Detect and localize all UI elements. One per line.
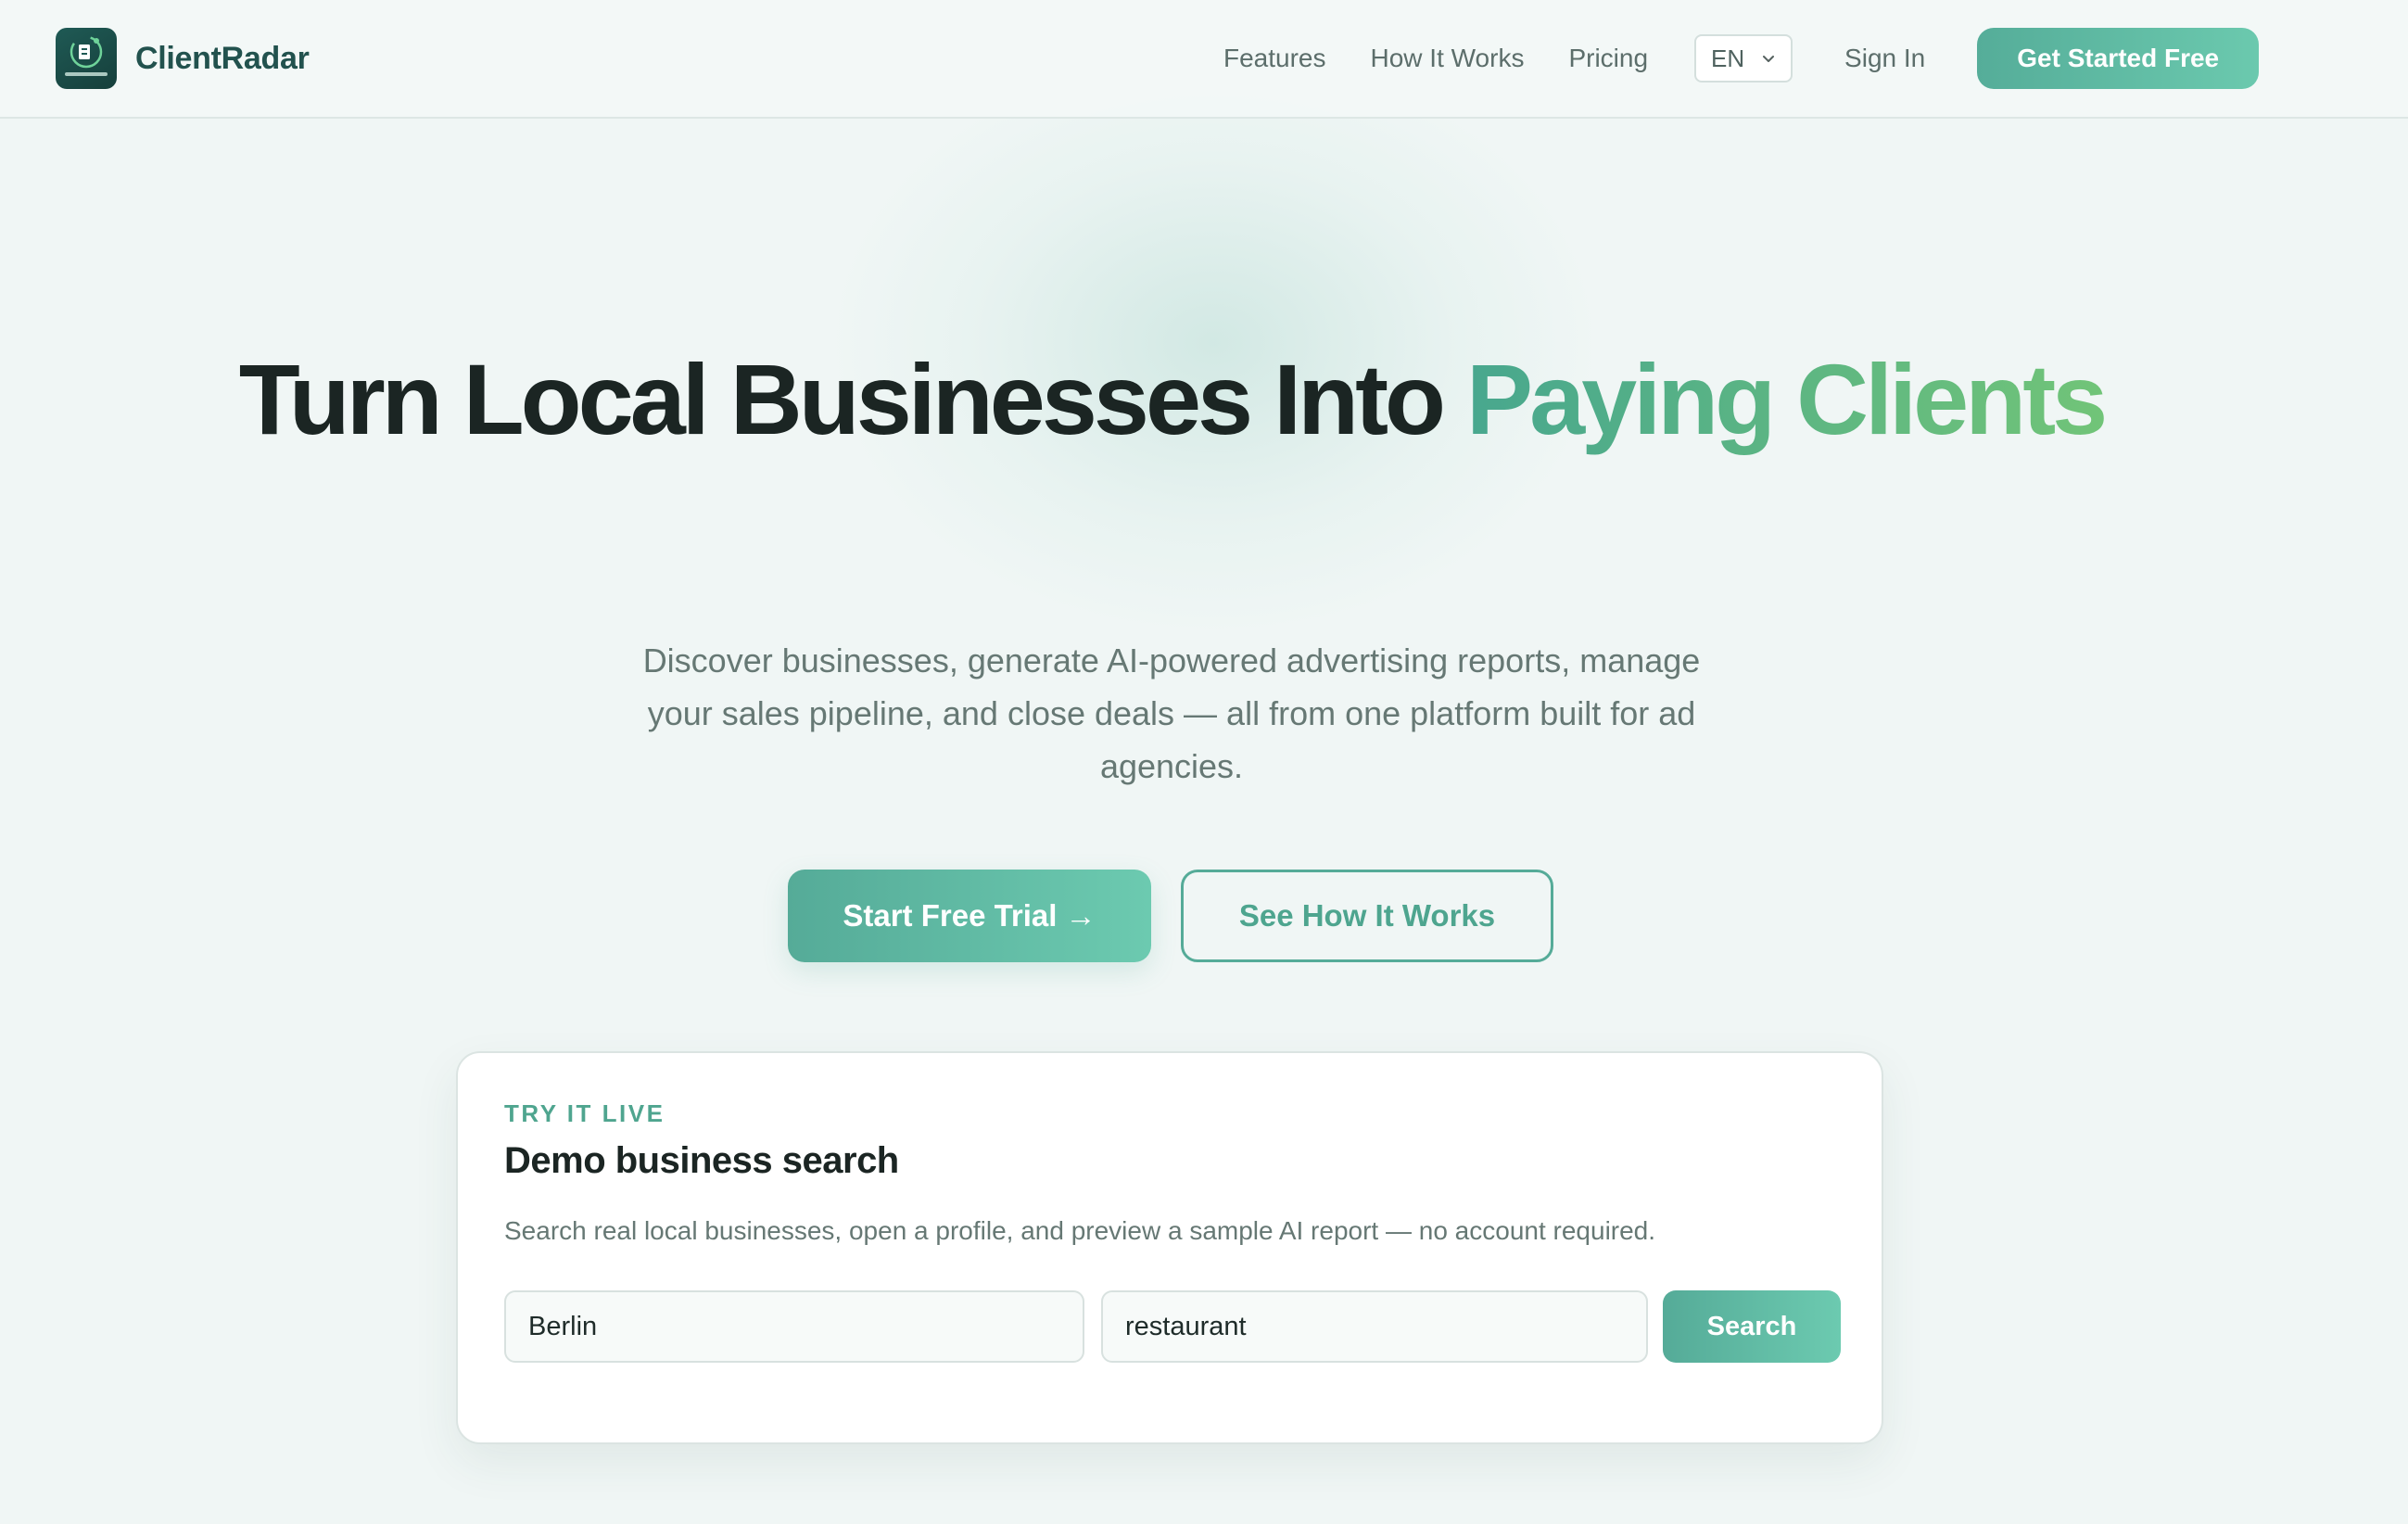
hero-title: Turn Local Businesses Into Paying Client… xyxy=(0,345,2343,454)
site-header: ClientRadar Features How It Works Pricin… xyxy=(0,0,2408,119)
main-nav: Features How It Works Pricing EN Sign In… xyxy=(1223,26,2260,91)
nav-pricing[interactable]: Pricing xyxy=(1568,44,1648,73)
brand-logo-link[interactable]: ClientRadar xyxy=(56,28,310,89)
see-how-it-works-button[interactable]: See How It Works xyxy=(1181,870,1553,962)
language-value: EN xyxy=(1711,44,1745,72)
demo-eyebrow: TRY IT LIVE xyxy=(504,1099,665,1127)
sign-in-link[interactable]: Sign In xyxy=(1844,44,1925,73)
get-started-button[interactable]: Get Started Free xyxy=(1977,28,2260,89)
hero-title-main: Turn Local Businesses Into xyxy=(238,343,1467,455)
hero-cta-row: Start Free Trial → See How It Works xyxy=(788,870,1553,962)
nav-how-it-works[interactable]: How It Works xyxy=(1371,44,1525,73)
hero-title-accent: Paying Clients xyxy=(1466,343,2108,455)
chevron-down-icon xyxy=(1763,56,1775,62)
language-select[interactable]: EN xyxy=(1694,34,1793,83)
search-button[interactable]: Search xyxy=(1663,1290,1841,1363)
city-input[interactable] xyxy=(504,1290,1084,1363)
nav-features[interactable]: Features xyxy=(1223,44,1326,73)
radar-logo-icon xyxy=(56,28,117,89)
start-free-trial-button[interactable]: Start Free Trial → xyxy=(788,870,1151,962)
demo-search-card: TRY IT LIVE Demo business search Search … xyxy=(456,1051,1883,1444)
brand-name: ClientRadar xyxy=(135,40,310,76)
category-input[interactable] xyxy=(1101,1290,1648,1363)
hero-subtitle: Discover businesses, generate AI-powered… xyxy=(642,641,1701,785)
demo-description: Search real local businesses, open a pro… xyxy=(504,1216,1656,1245)
demo-title: Demo business search xyxy=(504,1140,899,1181)
